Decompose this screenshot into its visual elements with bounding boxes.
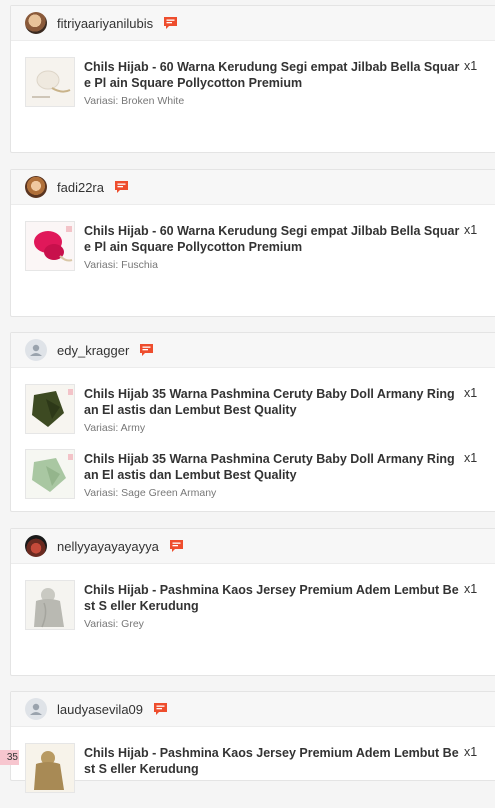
default-avatar-icon[interactable] (25, 339, 47, 361)
product-title[interactable]: Chils Hijab - Pashmina Kaos Jersey Premi… (84, 745, 460, 777)
order-item[interactable]: Chils Hijab 35 Warna Pashmina Ceruty Bab… (11, 384, 495, 449)
chat-icon[interactable] (114, 180, 129, 194)
product-quantity: x1 (464, 745, 478, 759)
chat-icon[interactable] (169, 539, 184, 553)
product-thumbnail[interactable] (25, 384, 75, 434)
buyer-username[interactable]: fitriyaariyanilubis (57, 16, 153, 31)
product-thumbnail[interactable] (25, 580, 75, 630)
order-card: fitriyaariyanilubis Chils Hijab - 60 War… (10, 5, 495, 153)
default-avatar-icon[interactable] (25, 698, 47, 720)
product-title[interactable]: Chils Hijab 35 Warna Pashmina Ceruty Bab… (84, 386, 460, 418)
product-variant: Variasi: Grey (84, 618, 144, 630)
order-card-header: edy_kragger (11, 333, 495, 368)
buyer-username[interactable]: fadi22ra (57, 180, 104, 195)
buyer-avatar[interactable] (25, 12, 47, 34)
product-variant: Variasi: Fuschia (84, 259, 158, 271)
order-card: fadi22ra Chils Hijab - 60 Warna Kerudung… (10, 169, 495, 317)
product-variant: Variasi: Army (84, 422, 146, 434)
order-card: laudyasevila09 Chils Hijab - Pashmina Ka… (10, 691, 495, 793)
order-card: nellyyayayayayya Chils Hijab - Pashmina … (10, 528, 495, 676)
product-quantity: x1 (464, 223, 478, 237)
product-variant: Variasi: Broken White (84, 95, 185, 107)
chat-icon[interactable] (153, 702, 168, 716)
buyer-username[interactable]: edy_kragger (57, 343, 129, 358)
order-item[interactable]: Chils Hijab - 60 Warna Kerudung Segi emp… (11, 221, 495, 286)
product-variant: Variasi: Sage Green Armany (84, 487, 217, 499)
product-title[interactable]: Chils Hijab 35 Warna Pashmina Ceruty Bab… (84, 451, 460, 483)
chat-icon[interactable] (163, 16, 178, 30)
product-title[interactable]: Chils Hijab - Pashmina Kaos Jersey Premi… (84, 582, 460, 614)
count-badge: 35 (0, 750, 19, 765)
order-item[interactable]: Chils Hijab 35 Warna Pashmina Ceruty Bab… (11, 449, 495, 514)
product-thumbnail[interactable] (25, 449, 75, 499)
buyer-username[interactable]: laudyasevila09 (57, 702, 143, 717)
product-quantity: x1 (464, 451, 478, 465)
order-item[interactable]: Chils Hijab - Pashmina Kaos Jersey Premi… (11, 743, 495, 808)
buyer-avatar[interactable] (25, 176, 47, 198)
product-quantity: x1 (464, 59, 478, 73)
order-card-header: laudyasevila09 (11, 692, 495, 727)
buyer-username[interactable]: nellyyayayayayya (57, 539, 159, 554)
product-quantity: x1 (464, 386, 478, 400)
product-thumbnail[interactable] (25, 57, 75, 107)
order-item[interactable]: Chils Hijab - 60 Warna Kerudung Segi emp… (11, 57, 495, 122)
product-quantity: x1 (464, 582, 478, 596)
product-thumbnail[interactable] (25, 221, 75, 271)
order-card-header: nellyyayayayayya (11, 529, 495, 564)
order-card-header: fadi22ra (11, 170, 495, 205)
chat-icon[interactable] (139, 343, 154, 357)
product-title[interactable]: Chils Hijab - 60 Warna Kerudung Segi emp… (84, 223, 460, 255)
product-thumbnail[interactable] (25, 743, 75, 793)
product-title[interactable]: Chils Hijab - 60 Warna Kerudung Segi emp… (84, 59, 460, 91)
order-feed: fitriyaariyanilubis Chils Hijab - 60 War… (0, 0, 495, 793)
order-card-header: fitriyaariyanilubis (11, 6, 495, 41)
buyer-avatar[interactable] (25, 535, 47, 557)
order-card: edy_kragger Chils Hijab 35 Warna Pashmin… (10, 332, 495, 512)
order-item[interactable]: Chils Hijab - Pashmina Kaos Jersey Premi… (11, 580, 495, 645)
